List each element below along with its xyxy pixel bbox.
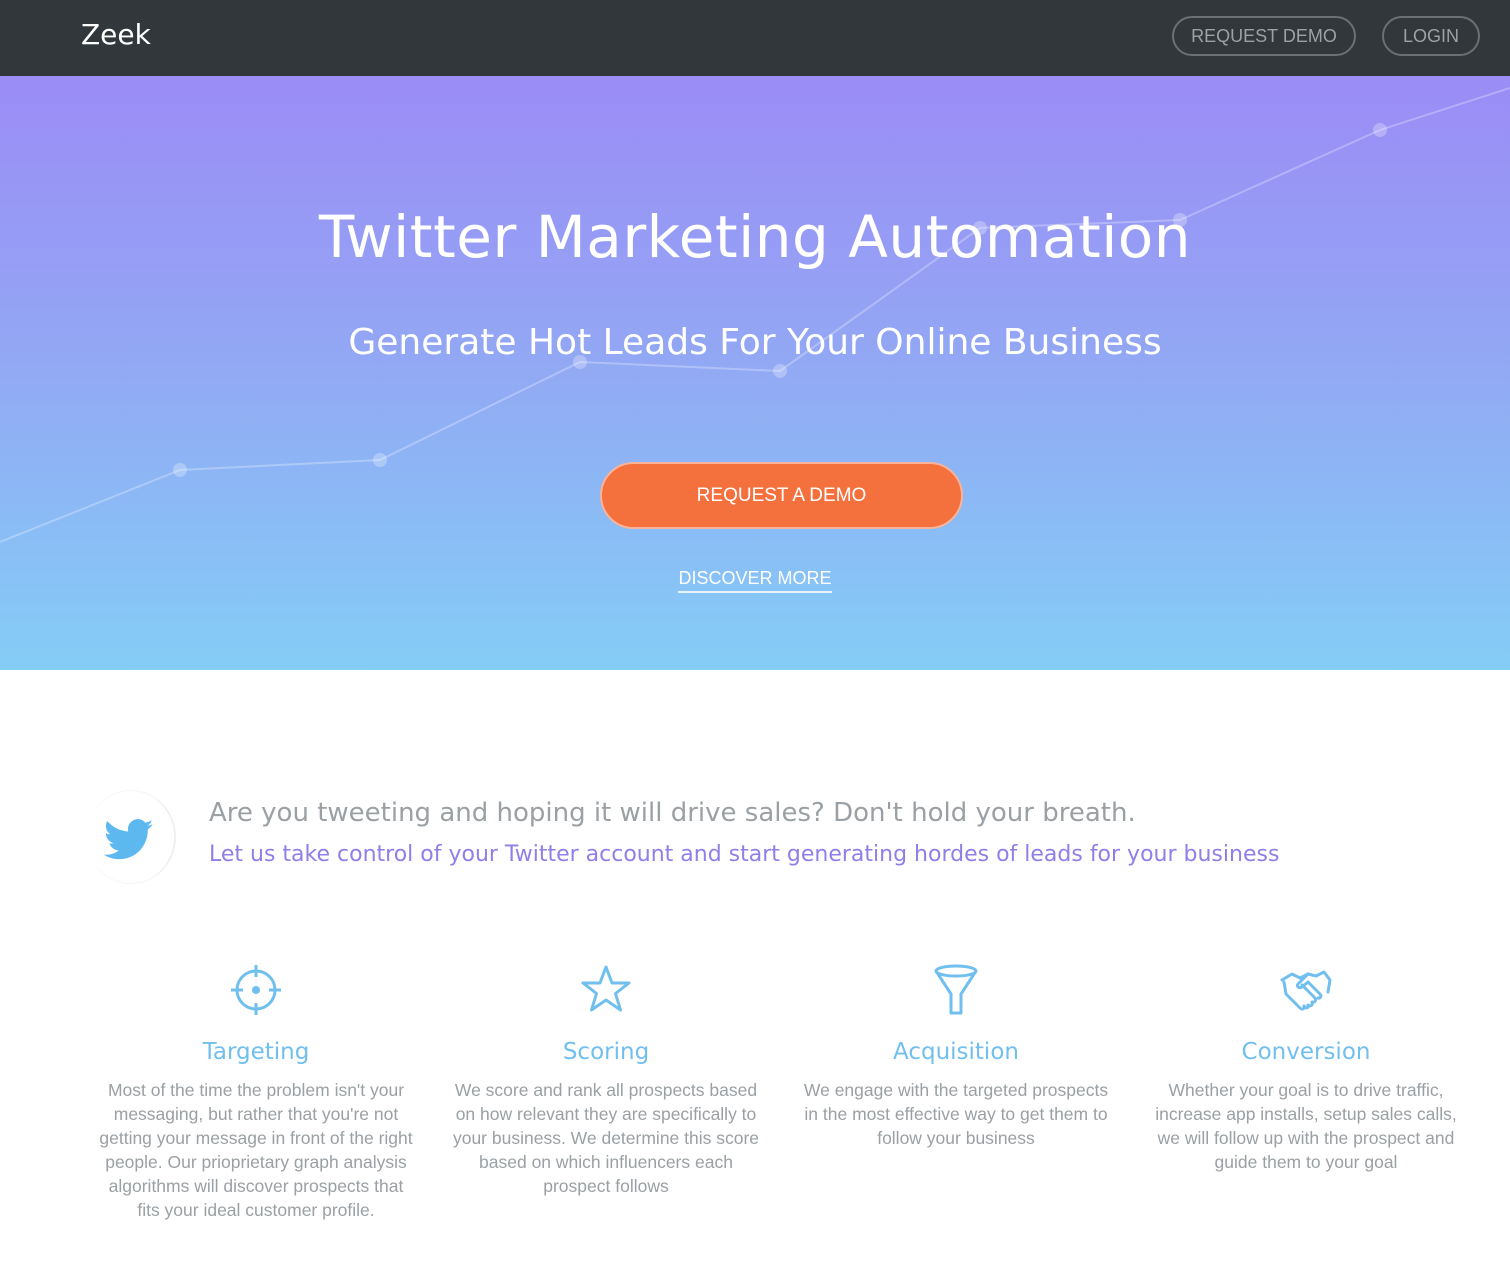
handshake-icon (1280, 970, 1332, 1011)
brand-logo[interactable]: Zeek (81, 17, 151, 53)
request-a-demo-button[interactable]: REQUEST A DEMO (600, 462, 963, 529)
feature-acquisition: Acquisition We engage with the targeted … (796, 962, 1116, 1150)
crosshair-icon (231, 965, 281, 1015)
twitter-bird-icon (104, 819, 154, 860)
feature-title: Scoring (562, 1039, 650, 1065)
feature-title: Acquisition (893, 1039, 1019, 1065)
top-navbar: Zeek REQUEST DEMO LOGIN (0, 0, 1510, 76)
feature-conversion: Conversion Whether your goal is to drive… (1146, 962, 1466, 1174)
feature-description: We engage with the targeted prospects in… (803, 1080, 1109, 1148)
intro-question: Are you tweeting and hoping it will driv… (209, 798, 1136, 828)
feature-description: Whether your goal is to drive traffic, i… (1155, 1080, 1457, 1172)
hero-section: Twitter Marketing Automation Generate Ho… (0, 76, 1510, 670)
feature-description: Most of the time the problem isn't your … (99, 1080, 413, 1220)
star-icon (581, 965, 631, 1012)
request-demo-nav-button[interactable]: REQUEST DEMO (1172, 16, 1356, 56)
twitter-icon-badge (86, 790, 176, 884)
feature-title: Targeting (202, 1039, 310, 1065)
funnel-icon (934, 964, 978, 1015)
login-button[interactable]: LOGIN (1382, 16, 1480, 56)
feature-targeting: Targeting Most of the time the problem i… (96, 962, 416, 1222)
discover-more-link-wrap: DISCOVER MORE (0, 566, 1510, 593)
hero-title: Twitter Marketing Automation (318, 203, 1192, 271)
feature-scoring: Scoring We score and rank all prospects … (446, 962, 766, 1198)
hero-subtitle: Generate Hot Leads For Your Online Busin… (348, 322, 1162, 363)
discover-more-link[interactable]: DISCOVER MORE (678, 566, 832, 593)
feature-title: Conversion (1241, 1039, 1371, 1065)
intro-pitch: Let us take control of your Twitter acco… (209, 842, 1280, 867)
feature-description: We score and rank all prospects based on… (452, 1080, 760, 1196)
